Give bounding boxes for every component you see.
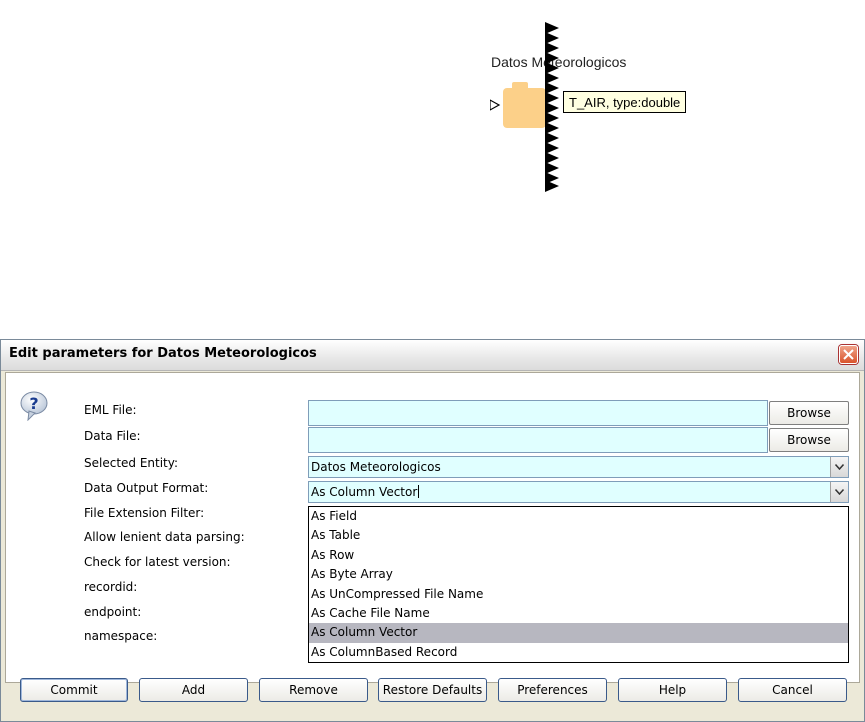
question-icon: ?	[20, 391, 48, 421]
edit-parameters-dialog: Edit parameters for Datos Meteorologicos…	[0, 339, 865, 722]
label-recordid: recordid:	[84, 580, 138, 594]
dropdown-option[interactable]: As Cache File Name	[309, 604, 848, 623]
port-tooltip: T_AIR, type:double	[563, 91, 687, 113]
input-port-icon	[490, 99, 501, 111]
dropdown-option[interactable]: As Table	[309, 526, 848, 545]
cancel-button[interactable]: Cancel	[738, 678, 847, 702]
folder-icon[interactable]	[490, 80, 550, 130]
eml-file-field[interactable]	[308, 400, 768, 426]
dropdown-option-selected[interactable]: As Column Vector	[309, 623, 848, 643]
text-caret	[418, 485, 420, 498]
svg-text:?: ?	[29, 394, 38, 413]
chevron-down-icon[interactable]	[830, 457, 848, 477]
label-selected-entity: Selected Entity:	[84, 456, 179, 470]
add-button[interactable]: Add	[139, 678, 248, 702]
label-namespace: namespace:	[84, 629, 158, 643]
browse-eml-button[interactable]: Browse	[769, 401, 849, 425]
label-data-output-format: Data Output Format:	[84, 481, 209, 495]
dialog-title: Edit parameters for Datos Meteorologicos	[9, 346, 317, 361]
label-file-extension-filter: File Extension Filter:	[84, 506, 205, 520]
dialog-titlebar[interactable]: Edit parameters for Datos Meteorologicos	[1, 340, 864, 371]
commit-button[interactable]: Commit	[20, 678, 128, 702]
help-button[interactable]: Help	[618, 678, 727, 702]
workflow-canvas[interactable]: Datos Meteorologicos T_AIR, type:double	[0, 0, 865, 335]
close-icon[interactable]	[839, 345, 858, 364]
preferences-button[interactable]: Preferences	[498, 678, 607, 702]
label-data-file: Data File:	[84, 429, 141, 443]
data-output-format-select[interactable]: As Column Vector	[308, 481, 849, 503]
browse-data-button[interactable]: Browse	[769, 428, 849, 452]
label-allow-lenient-parsing: Allow lenient data parsing:	[84, 530, 245, 544]
restore-defaults-button[interactable]: Restore Defaults	[378, 678, 487, 702]
dropdown-option[interactable]: As Byte Array	[309, 565, 848, 584]
label-check-latest-version: Check for latest version:	[84, 555, 231, 569]
label-endpoint: endpoint:	[84, 605, 142, 619]
dropdown-option[interactable]: As ColumnBased Record	[309, 643, 848, 662]
selected-entity-select[interactable]: Datos Meteorologicos	[308, 456, 849, 478]
output-ports[interactable]	[545, 22, 559, 192]
dropdown-option[interactable]: As UnCompressed File Name	[309, 585, 848, 604]
data-output-format-value: As Column Vector	[311, 485, 418, 499]
dialog-content: ? EML File: Data File: Selected Entity: …	[5, 372, 860, 683]
label-eml-file: EML File:	[84, 403, 137, 417]
selected-entity-value: Datos Meteorologicos	[311, 460, 441, 474]
chevron-down-icon[interactable]	[830, 482, 848, 502]
dropdown-option[interactable]: As Row	[309, 546, 848, 565]
data-file-field[interactable]	[308, 427, 768, 453]
dropdown-option[interactable]: As Field	[309, 507, 848, 526]
output-format-dropdown: As Field As Table As Row As Byte Array A…	[308, 506, 849, 663]
dialog-button-row: Commit Add Remove Restore Defaults Prefe…	[1, 678, 864, 706]
remove-button[interactable]: Remove	[259, 678, 368, 702]
